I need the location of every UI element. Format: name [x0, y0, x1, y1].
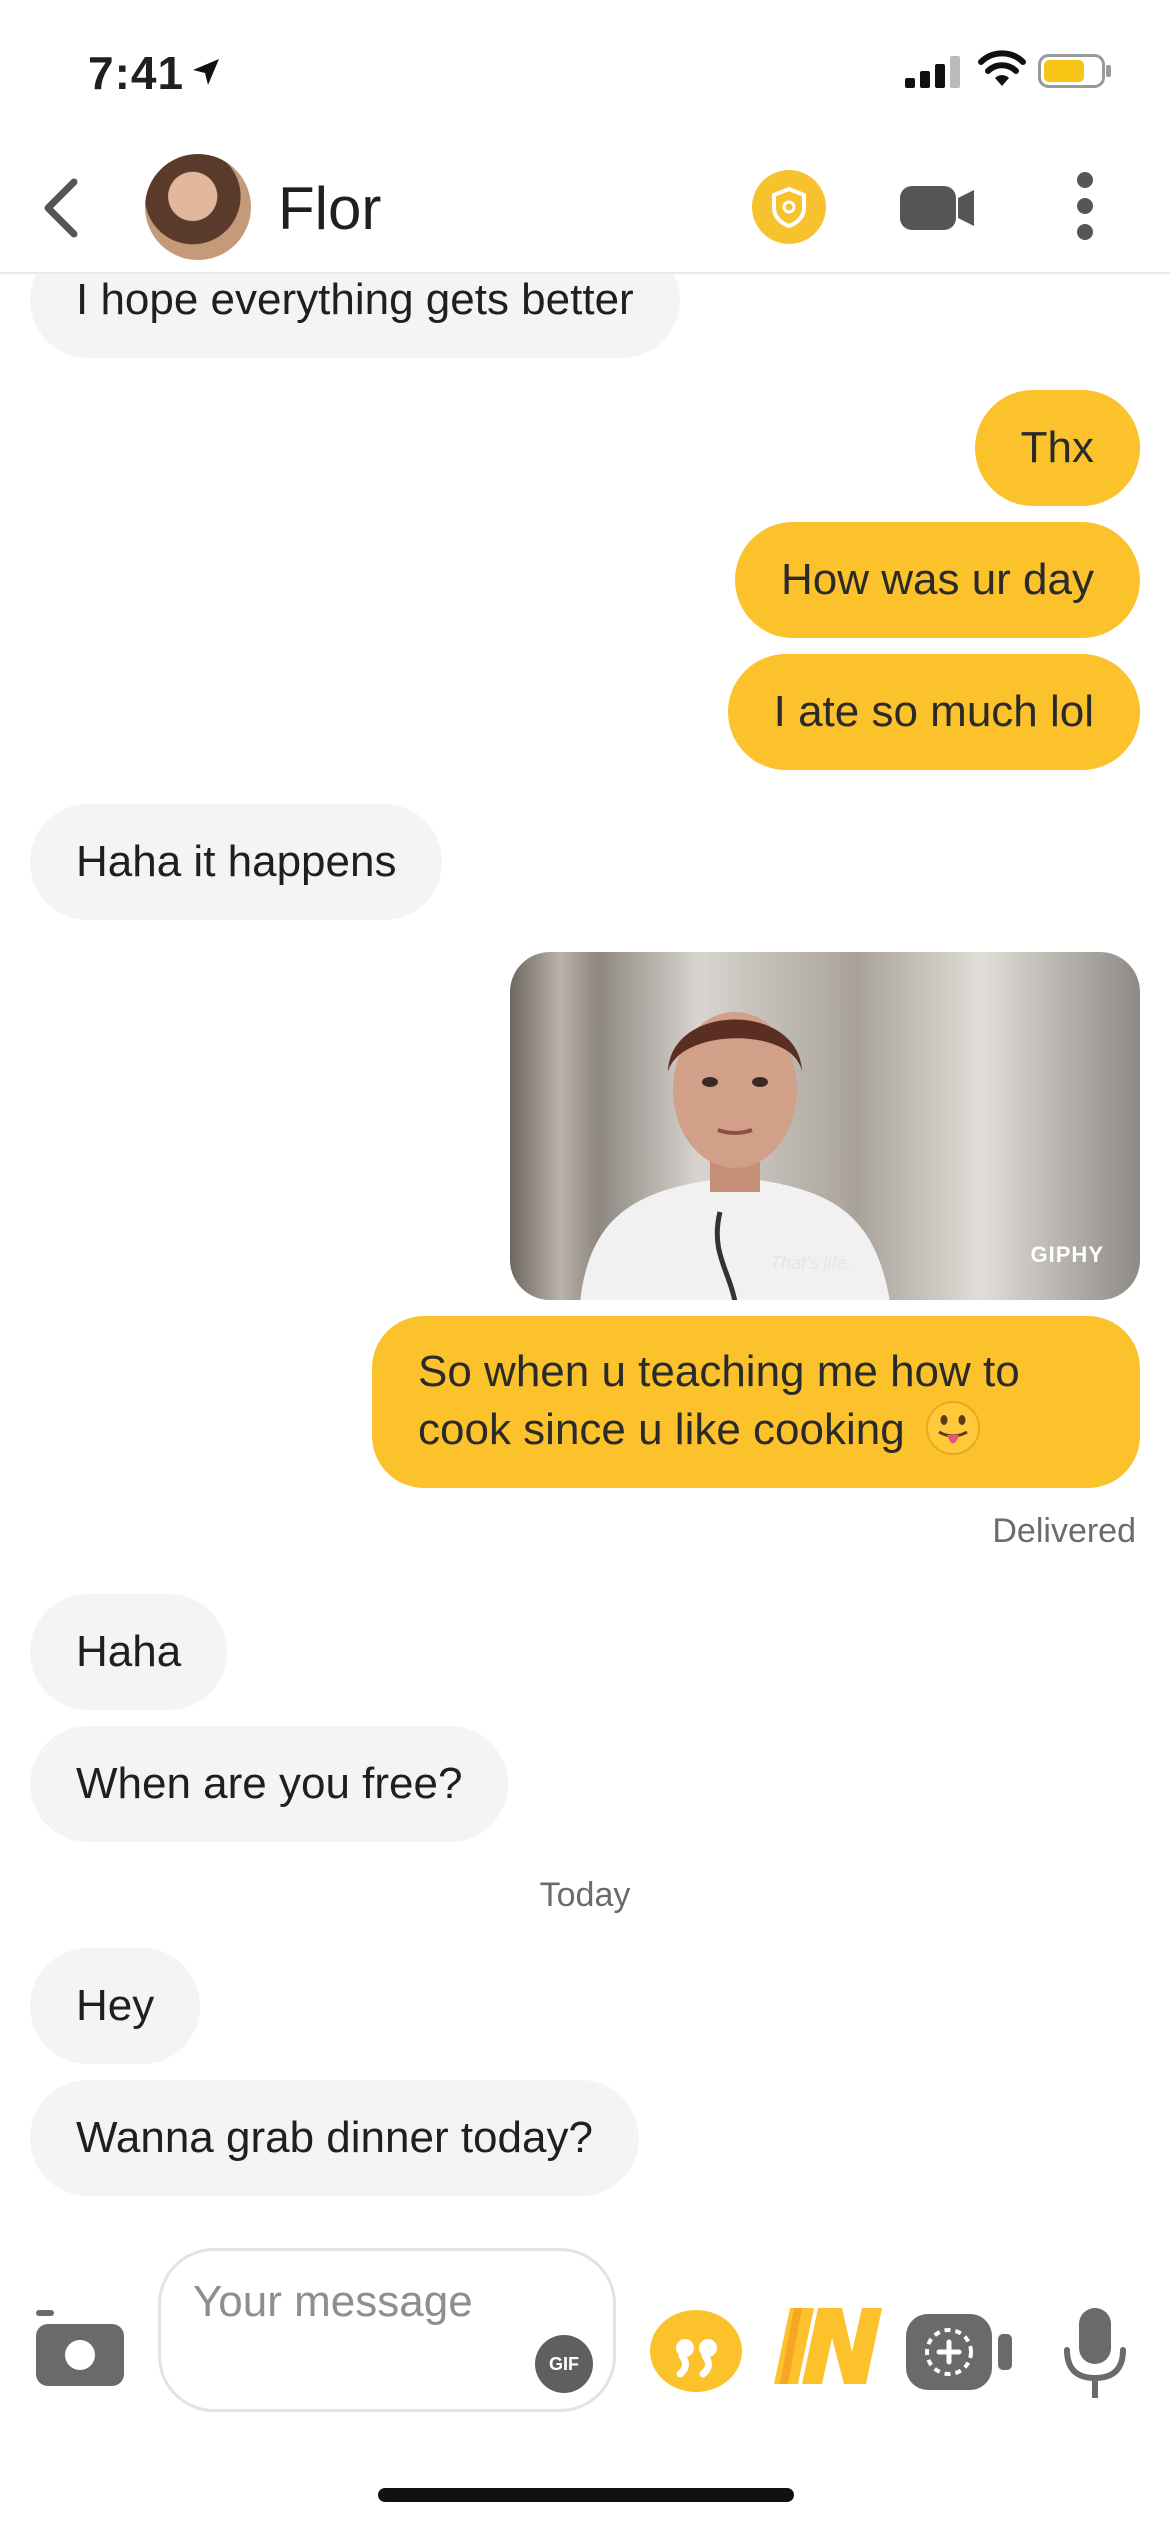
video-call-icon[interactable]	[900, 184, 976, 232]
home-indicator[interactable]	[378, 2488, 794, 2502]
quote-icon	[676, 2339, 717, 2378]
message-placeholder: Your message	[193, 2277, 473, 2326]
message-outgoing: How was ur day	[734, 522, 1140, 638]
message-text: Wanna grab dinner today?	[76, 2113, 593, 2162]
message-outgoing: I ate so much lol	[727, 654, 1140, 770]
battery-icon	[1038, 54, 1111, 88]
giphy-label: GIPHY	[1030, 1242, 1104, 1267]
shield-icon	[772, 186, 806, 229]
microphone-icon[interactable]	[1058, 2306, 1132, 2400]
message-text: Haha	[76, 1627, 182, 1676]
message-text: Thx	[1020, 423, 1094, 472]
add-video-icon[interactable]	[904, 2312, 1016, 2392]
message-text-line: cook since u like cooking	[418, 1400, 1094, 1458]
message-text: Hey	[76, 1981, 155, 2030]
tongue-emoji-icon	[925, 1401, 980, 1455]
status-bar: 7:41	[0, 0, 1170, 140]
more-options-icon[interactable]	[1070, 170, 1100, 242]
message-incoming: Haha it happens	[30, 804, 443, 920]
gif-person-image	[580, 1012, 890, 1300]
back-chevron-icon[interactable]	[40, 176, 84, 240]
message-incoming: Hey	[30, 1948, 201, 2064]
gif-caption: That's life.	[770, 1253, 852, 1273]
message-outgoing: Thx	[974, 390, 1140, 506]
camera-icon[interactable]	[34, 2310, 126, 2388]
gif-button[interactable]: GIF	[535, 2335, 593, 2393]
in-sticker-icon[interactable]	[772, 2300, 884, 2390]
gif-message[interactable]: That's life. GIPHY	[510, 952, 1140, 1300]
message-incoming: Wanna grab dinner today?	[30, 2080, 639, 2196]
message-text: I ate so much lol	[773, 687, 1094, 736]
quote-button[interactable]	[650, 2310, 742, 2392]
chat-header: Flor	[0, 140, 1170, 274]
message-outgoing: So when u teaching me how to cook since …	[372, 1316, 1140, 1488]
message-input[interactable]: Your message GIF	[158, 2248, 616, 2412]
message-text-line: So when u teaching me how to	[418, 1347, 1020, 1396]
message-text: How was ur day	[780, 555, 1094, 604]
message-text: Haha it happens	[76, 837, 397, 886]
message-incoming: When are you free?	[30, 1726, 509, 1842]
message-incoming: Haha	[30, 1594, 228, 1710]
date-separator: Today	[539, 1876, 631, 1914]
status-time: 7:41	[88, 47, 185, 99]
safety-shield-button[interactable]	[752, 170, 826, 244]
contact-name[interactable]: Flor	[278, 174, 381, 243]
delivered-status: Delivered	[992, 1512, 1136, 1550]
message-text: I hope everything gets better	[76, 275, 634, 324]
message-text: When are you free?	[76, 1759, 463, 1808]
contact-avatar[interactable]	[145, 154, 251, 260]
wifi-icon	[978, 50, 1026, 86]
location-arrow-icon	[193, 59, 219, 85]
cellular-signal-icon	[905, 56, 960, 88]
